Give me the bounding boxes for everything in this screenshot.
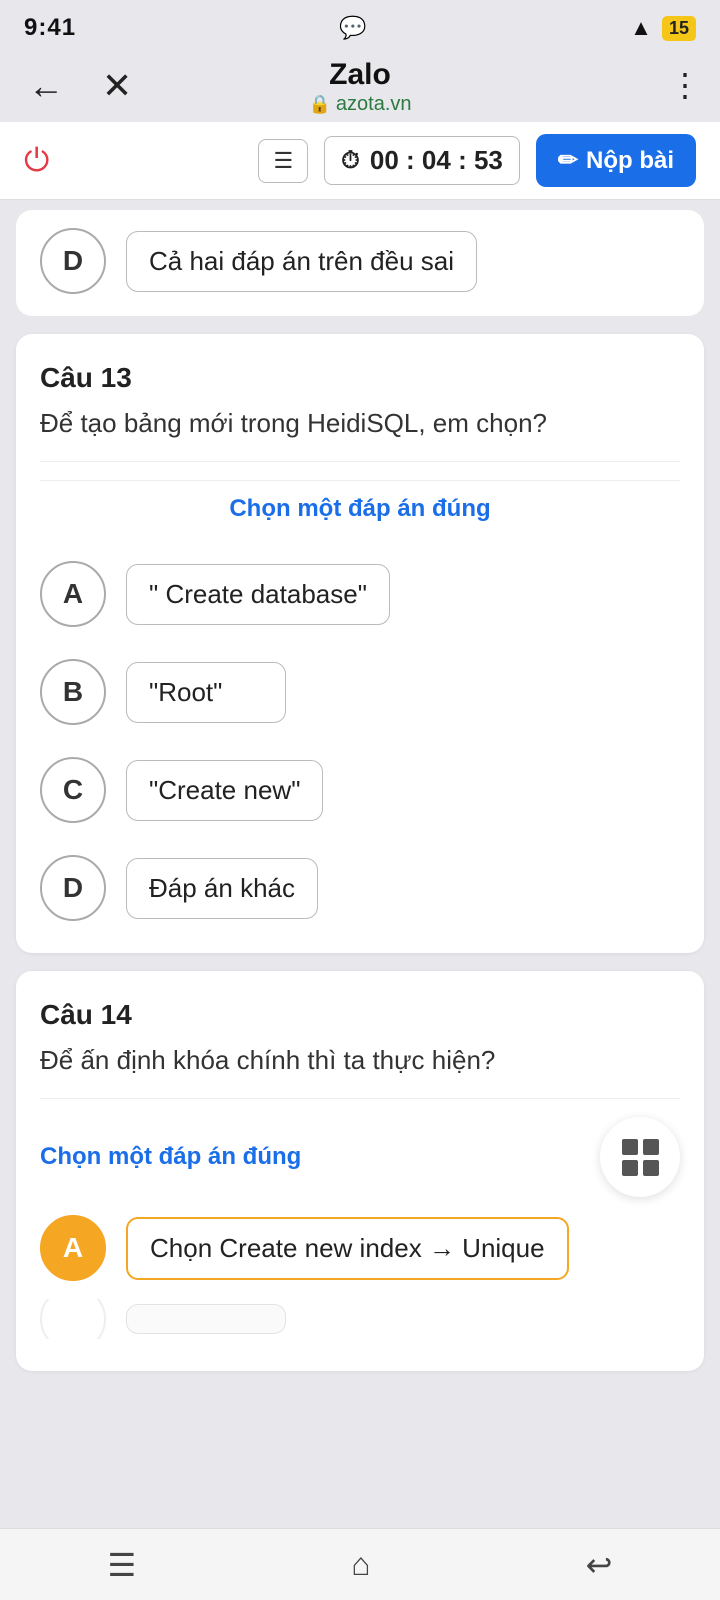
option-b-row-13[interactable]: B "Root" (40, 659, 680, 725)
option-a-row-13[interactable]: A " Create database" (40, 561, 680, 627)
status-bar: 9:41 💬 ▲ 15 (0, 0, 720, 52)
grid-float-button[interactable] (600, 1117, 680, 1197)
toolbar: ⏻ ☰ ⏱ 00 : 04 : 53 ✏ Nộp bài (0, 122, 720, 200)
submit-label: Nộp bài (586, 147, 674, 175)
power-button[interactable]: ⏻ (24, 142, 49, 180)
question-14-wrapper: Câu 14 Để ấn định khóa chính thì ta thực… (0, 971, 720, 1371)
status-right: ▲ 15 (630, 15, 696, 41)
option-b-box-14-partial (126, 1304, 286, 1334)
menu-button[interactable]: ☰ (258, 139, 308, 183)
option-d-box-13: Đáp án khác (126, 858, 318, 919)
option-b-box-13: "Root" (126, 662, 286, 723)
option-a-circle-14[interactable]: A (40, 1215, 106, 1281)
option-c-box-13: "Create new" (126, 760, 323, 821)
battery-indicator: 15 (662, 16, 696, 41)
option-d-circle-13[interactable]: D (40, 855, 106, 921)
question-14-text: Để ấn định khóa chính thì ta thực hiện? (40, 1041, 680, 1080)
choose-label-14: Chọn một đáp án đúng (40, 1143, 301, 1171)
options-list-13: A " Create database" B "Root" C "Create … (40, 547, 680, 921)
close-button[interactable]: ✕ (94, 61, 140, 111)
option-a-circle-13[interactable]: A (40, 561, 106, 627)
option-b-row-14-partial (40, 1299, 680, 1339)
content-area: D Cả hai đáp án trên đều sai Câu 13 Để t… (0, 210, 720, 1409)
option-c-circle-13[interactable]: C (40, 757, 106, 823)
option-d-box: Cả hai đáp án trên đều sai (126, 231, 477, 292)
nav-center: Zalo 🔒 azota.vn (308, 57, 411, 116)
nav-url: 🔒 azota.vn (308, 93, 411, 116)
nav-left: ← ✕ (20, 61, 140, 111)
option-d-row: D Cả hai đáp án trên đều sai (40, 228, 680, 294)
timer-icon: ⏱ (341, 147, 360, 175)
question-13-text: Để tạo bảng mới trong HeidiSQL, em chọn? (40, 404, 680, 443)
android-home-button[interactable]: ⌂ (323, 1534, 398, 1595)
more-button[interactable]: ⋮ (669, 69, 700, 101)
question-14-number: Câu 14 (40, 999, 680, 1031)
nav-bar: ← ✕ Zalo 🔒 azota.vn ⋮ (0, 52, 720, 122)
status-time: 9:41 (24, 14, 76, 42)
android-menu-button[interactable]: ☰ (80, 1534, 165, 1596)
choose-label-13: Chọn một đáp án đúng (40, 480, 680, 523)
option-d-circle[interactable]: D (40, 228, 106, 294)
messenger-icon: 💬 (339, 15, 366, 41)
option-a-row-14[interactable]: A Chọn Create new index → Unique (40, 1215, 680, 1281)
submit-icon: ✏ (558, 146, 578, 175)
timer-display: ⏱ 00 : 04 : 53 (324, 136, 520, 185)
option-d-row-13[interactable]: D Đáp án khác (40, 855, 680, 921)
grid-cell (622, 1160, 638, 1176)
grid-icon (622, 1139, 659, 1176)
card-divider-14 (40, 1098, 680, 1099)
lock-icon: 🔒 (308, 94, 330, 115)
timer-value: 00 : 04 : 53 (370, 145, 503, 176)
nav-title: Zalo (308, 57, 411, 93)
previous-question-partial: D Cả hai đáp án trên đều sai (16, 210, 704, 316)
wifi-icon: ▲ (630, 15, 652, 41)
option-b-circle-14-partial (40, 1299, 106, 1339)
question-13-number: Câu 13 (40, 362, 680, 394)
option-a-box-14: Chọn Create new index → Unique (126, 1217, 569, 1280)
option-a-box-13: " Create database" (126, 564, 390, 625)
grid-cell (643, 1139, 659, 1155)
nav-right: ⋮ (669, 69, 700, 103)
question-13-card: Câu 13 Để tạo bảng mới trong HeidiSQL, e… (16, 334, 704, 953)
bottom-nav: ☰ ⌂ ↩ (0, 1528, 720, 1600)
grid-cell (643, 1160, 659, 1176)
back-button[interactable]: ← (20, 61, 72, 111)
submit-button[interactable]: ✏ Nộp bài (536, 134, 696, 187)
card-divider (40, 461, 680, 462)
android-back-button[interactable]: ↩ (558, 1534, 641, 1596)
option-c-row-13[interactable]: C "Create new" (40, 757, 680, 823)
question-14-card: Câu 14 Để ấn định khóa chính thì ta thực… (16, 971, 704, 1371)
grid-cell (622, 1139, 638, 1155)
option-b-circle-13[interactable]: B (40, 659, 106, 725)
